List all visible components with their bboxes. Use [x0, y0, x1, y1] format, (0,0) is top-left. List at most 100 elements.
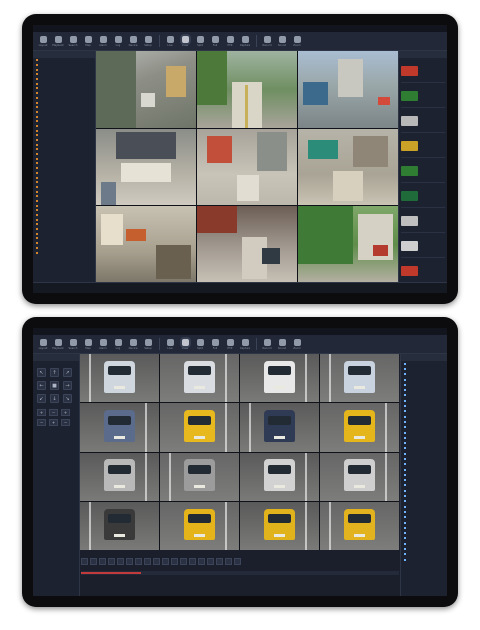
toolbar-button-playback[interactable]: Playback	[51, 33, 65, 49]
toolbar-button-sound[interactable]: Sound	[275, 33, 289, 49]
camera-view[interactable]	[80, 403, 159, 452]
camera-view[interactable]	[96, 206, 196, 283]
camera-view[interactable]	[240, 501, 319, 550]
playback-button[interactable]	[135, 557, 142, 565]
event-thumbnail-item[interactable]	[401, 59, 445, 83]
camera-view[interactable]	[197, 206, 297, 283]
playback-button[interactable]	[225, 557, 232, 565]
camera-view[interactable]	[160, 403, 239, 452]
ptz-arrow-button[interactable]: ←	[37, 381, 46, 390]
ptz-arrow-button[interactable]: ↗	[63, 368, 72, 377]
playback-button[interactable]	[216, 557, 223, 565]
camera-view[interactable]	[240, 452, 319, 501]
playback-button[interactable]	[153, 557, 160, 565]
toolbar-button-split[interactable]: Split	[193, 33, 207, 49]
event-thumbnail-item[interactable]	[401, 134, 445, 158]
toolbar-button-ptz[interactable]: PTZ	[223, 336, 237, 352]
toolbar-button-ptz[interactable]: PTZ	[223, 33, 237, 49]
playback-button[interactable]	[144, 557, 151, 565]
toolbar-button-layout[interactable]: Layout	[36, 336, 50, 352]
toolbar-button-gear[interactable]: Setup	[141, 336, 155, 352]
event-thumbnail-item[interactable]	[401, 234, 445, 258]
event-thumbnail-item[interactable]	[401, 109, 445, 133]
toolbar-button-layout[interactable]: Layout	[36, 33, 50, 49]
playback-button[interactable]	[207, 557, 214, 565]
camera-view[interactable]	[298, 206, 398, 283]
camera-view[interactable]	[298, 128, 398, 206]
toolbar-button-log[interactable]: Log	[111, 336, 125, 352]
event-list-item[interactable]	[401, 557, 447, 562]
camera-view[interactable]	[240, 403, 319, 452]
camera-view[interactable]	[240, 354, 319, 403]
zoom-in-button[interactable]: +	[61, 409, 70, 416]
toolbar-button-device[interactable]: Device	[126, 33, 140, 49]
playback-button[interactable]	[189, 557, 196, 565]
toolbar-button-map[interactable]: Map	[81, 336, 95, 352]
toolbar-button-camera[interactable]: Live	[163, 336, 177, 352]
timeline[interactable]	[81, 571, 399, 575]
toolbar-button-camera[interactable]: Live	[163, 33, 177, 49]
camera-view[interactable]	[80, 501, 159, 550]
camera-view[interactable]	[160, 452, 239, 501]
event-thumbnail-item[interactable]	[401, 209, 445, 233]
zoom-out-button[interactable]: −	[61, 419, 70, 426]
camera-view[interactable]	[320, 501, 399, 550]
toolbar-button-zoom[interactable]: Zoom	[290, 33, 304, 49]
playback-button[interactable]	[99, 557, 106, 565]
event-thumbnail-item[interactable]	[401, 184, 445, 208]
toolbar-button-search[interactable]: Search	[66, 336, 80, 352]
toolbar-button-gear[interactable]: Setup	[141, 33, 155, 49]
toolbar-button-capture[interactable]: Capture	[238, 336, 252, 352]
zoom-out-button[interactable]: −	[49, 409, 58, 416]
device-tree-item[interactable]	[33, 250, 95, 255]
camera-view[interactable]	[80, 354, 159, 403]
toolbar-button-record[interactable]: Record	[260, 33, 274, 49]
playback-button[interactable]	[108, 557, 115, 565]
camera-view[interactable]	[96, 51, 196, 128]
camera-view[interactable]	[298, 51, 398, 128]
ptz-arrow-button[interactable]: ↙	[37, 394, 46, 403]
toolbar-button-map[interactable]: Map	[81, 33, 95, 49]
playback-button[interactable]	[171, 557, 178, 565]
toolbar-button-grid[interactable]: View	[178, 33, 192, 49]
toolbar-button-fullscreen[interactable]: Full	[208, 33, 222, 49]
camera-view[interactable]	[320, 354, 399, 403]
playback-button[interactable]	[234, 557, 241, 565]
zoom-in-button[interactable]: +	[49, 419, 58, 426]
camera-view[interactable]	[160, 354, 239, 403]
toolbar-button-fullscreen[interactable]: Full	[208, 336, 222, 352]
toolbar-button-split[interactable]: Split	[193, 336, 207, 352]
toolbar-button-playback[interactable]: Playback	[51, 336, 65, 352]
ptz-arrow-button[interactable]: →	[63, 381, 72, 390]
zoom-in-button[interactable]: +	[37, 409, 46, 416]
toolbar-button-grid[interactable]: View	[178, 336, 192, 352]
toolbar-button-capture[interactable]: Capture	[238, 33, 252, 49]
ptz-arrow-button[interactable]: ↖	[37, 368, 46, 377]
camera-view[interactable]	[160, 501, 239, 550]
ptz-home-button[interactable]: ■	[50, 381, 59, 390]
playback-button[interactable]	[117, 557, 124, 565]
playback-button[interactable]	[162, 557, 169, 565]
toolbar-button-zoom[interactable]: Zoom	[290, 336, 304, 352]
event-thumbnail-item[interactable]	[401, 259, 445, 283]
toolbar-button-alarm[interactable]: Alarm	[96, 33, 110, 49]
toolbar-button-record[interactable]: Record	[260, 336, 274, 352]
camera-view[interactable]	[320, 452, 399, 501]
camera-view[interactable]	[80, 452, 159, 501]
toolbar-button-alarm[interactable]: Alarm	[96, 336, 110, 352]
toolbar-button-device[interactable]: Device	[126, 336, 140, 352]
toolbar-button-log[interactable]: Log	[111, 33, 125, 49]
camera-view[interactable]	[96, 128, 196, 206]
camera-view[interactable]	[197, 51, 297, 128]
playback-button[interactable]	[180, 557, 187, 565]
camera-view[interactable]	[320, 403, 399, 452]
playback-button[interactable]	[81, 557, 88, 565]
event-thumbnail-item[interactable]	[401, 159, 445, 183]
event-thumbnail-item[interactable]	[401, 84, 445, 108]
ptz-arrow-button[interactable]: ↘	[63, 394, 72, 403]
playback-button[interactable]	[126, 557, 133, 565]
camera-view[interactable]	[197, 128, 297, 206]
zoom-out-button[interactable]: −	[37, 419, 46, 426]
toolbar-button-sound[interactable]: Sound	[275, 336, 289, 352]
ptz-arrow-button[interactable]: ↓	[50, 394, 59, 403]
